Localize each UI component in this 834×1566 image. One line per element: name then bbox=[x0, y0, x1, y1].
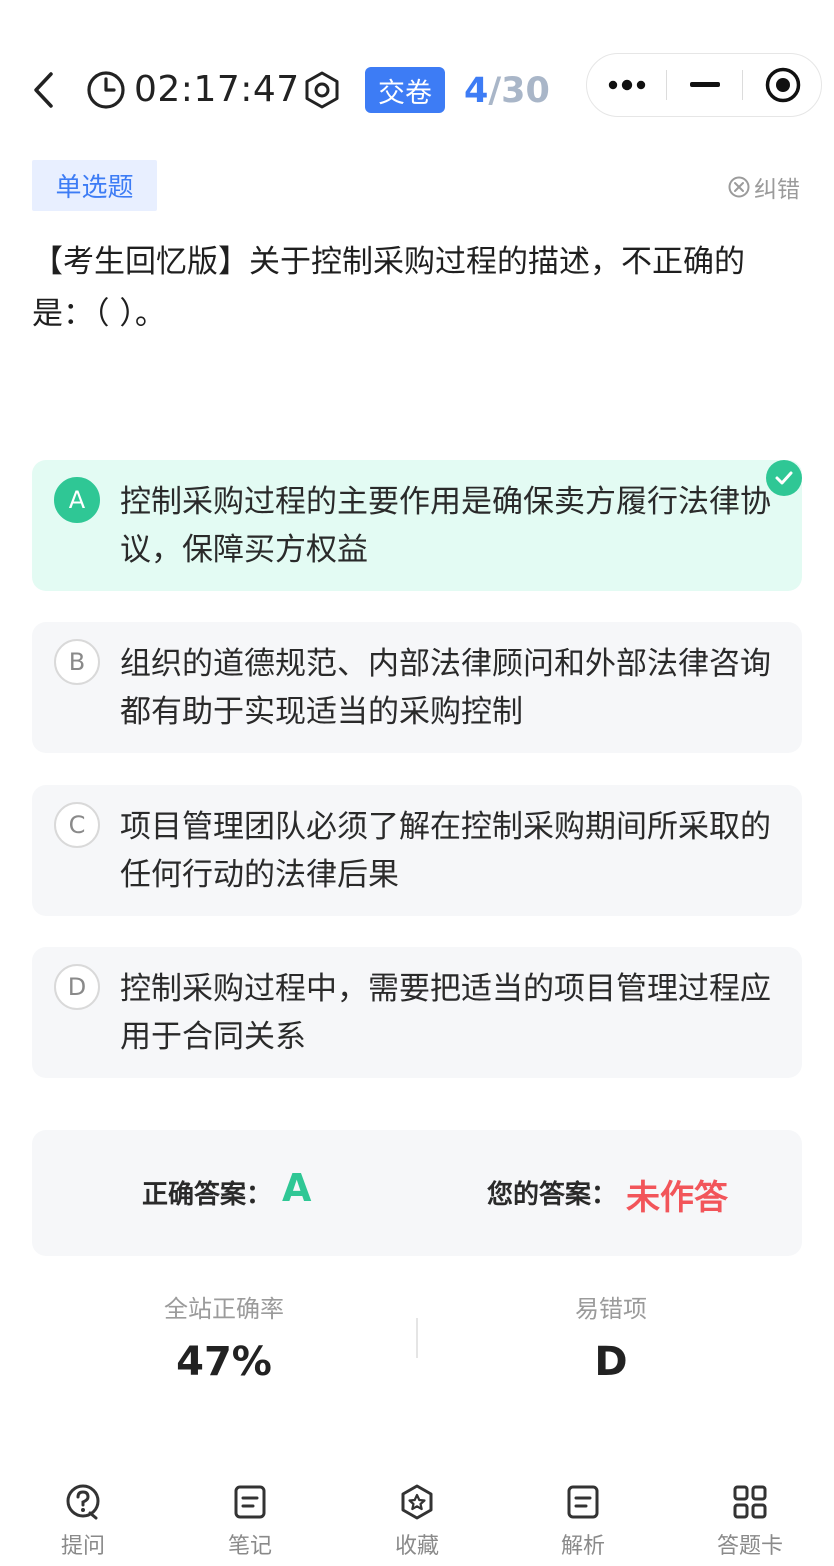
note-icon bbox=[234, 1485, 266, 1519]
nav-label: 解析 bbox=[560, 1534, 605, 1559]
nav-notes[interactable]: 笔记 bbox=[190, 1466, 310, 1566]
correct-answer-value: A bbox=[282, 1166, 312, 1210]
answer-card-icon bbox=[733, 1485, 767, 1519]
correct-answer-label: 正确答案： bbox=[142, 1180, 273, 1210]
settings-button[interactable] bbox=[300, 68, 344, 112]
your-answer-label: 您的答案： bbox=[487, 1180, 618, 1210]
option-letter: A bbox=[54, 477, 100, 523]
option-letter: B bbox=[54, 639, 100, 685]
report-error-icon bbox=[728, 176, 750, 198]
submit-exam-button[interactable]: 交卷 bbox=[365, 67, 445, 113]
progress-total: /30 bbox=[488, 71, 550, 111]
option-letter: D bbox=[54, 964, 100, 1010]
more-button[interactable] bbox=[587, 54, 667, 116]
question-text: 【考生回忆版】关于控制采购过程的描述，不正确的是：（ ）。 bbox=[32, 244, 745, 332]
option-a[interactable]: A 控制采购过程的主要作用是确保卖方履行法律协议，保障买方权益 bbox=[32, 460, 802, 591]
close-button[interactable] bbox=[743, 54, 823, 116]
report-error-button[interactable]: 纠错 bbox=[727, 172, 800, 203]
minimize-button[interactable] bbox=[667, 54, 743, 116]
option-text: 控制采购过程中，需要把适当的项目管理过程应用于合同关系 bbox=[120, 971, 771, 1055]
nav-answer-card[interactable]: 答题卡 bbox=[690, 1466, 810, 1566]
progress-current: 4 bbox=[464, 71, 489, 111]
nav-analysis[interactable]: 解析 bbox=[523, 1466, 643, 1566]
analysis-icon bbox=[567, 1485, 599, 1519]
common-wrong-stat: 易错项 D bbox=[461, 1292, 761, 1392]
option-text: 控制采购过程的主要作用是确保卖方履行法律协议，保障买方权益 bbox=[120, 484, 771, 568]
mini-program-capsule bbox=[586, 53, 822, 117]
favorite-icon bbox=[401, 1484, 433, 1520]
clock-icon bbox=[87, 71, 125, 109]
option-letter: C bbox=[54, 802, 100, 848]
question-type-tag: 单选题 bbox=[32, 160, 157, 211]
answer-summary: 正确答案： A 您的答案： 未作答 bbox=[32, 1130, 802, 1256]
chevron-left-icon bbox=[34, 72, 53, 108]
stat-divider bbox=[416, 1318, 418, 1358]
common-wrong-label: 易错项 bbox=[575, 1295, 647, 1323]
option-text: 组织的道德规范、内部法律顾问和外部法律咨询都有助于实现适当的采购控制 bbox=[120, 646, 771, 730]
report-error-label: 纠错 bbox=[754, 177, 800, 203]
more-dots-icon bbox=[608, 79, 646, 91]
common-wrong-value: D bbox=[594, 1339, 628, 1385]
bottom-nav: 提问 笔记 收藏 解析 答题卡 bbox=[0, 1466, 834, 1566]
back-button[interactable] bbox=[26, 66, 62, 114]
option-b[interactable]: B 组织的道德规范、内部法律顾问和外部法律咨询都有助于实现适当的采购控制 bbox=[32, 622, 802, 753]
nav-favorite[interactable]: 收藏 bbox=[357, 1466, 477, 1566]
nav-label: 提问 bbox=[60, 1534, 105, 1559]
hexagon-settings-icon bbox=[305, 71, 339, 109]
question-icon bbox=[66, 1484, 100, 1520]
accuracy-value: 47% bbox=[176, 1339, 272, 1385]
nav-label: 笔记 bbox=[227, 1534, 272, 1559]
option-d[interactable]: D 控制采购过程中，需要把适当的项目管理过程应用于合同关系 bbox=[32, 947, 802, 1078]
nav-label: 收藏 bbox=[394, 1534, 439, 1559]
minimize-icon bbox=[690, 82, 720, 87]
option-c[interactable]: C 项目管理团队必须了解在控制采购期间所采取的任何行动的法律后果 bbox=[32, 785, 802, 916]
nav-label: 答题卡 bbox=[716, 1534, 783, 1559]
top-bar: 02:17:47 交卷 4/30 bbox=[0, 0, 834, 150]
accuracy-label: 全站正确率 bbox=[164, 1295, 284, 1323]
question-progress: 4/30 bbox=[464, 68, 550, 114]
your-answer-value: 未作答 bbox=[626, 1178, 728, 1218]
countdown-timer: 02:17:47 bbox=[134, 69, 300, 110]
target-close-icon bbox=[765, 67, 801, 103]
option-text: 项目管理团队必须了解在控制采购期间所采取的任何行动的法律后果 bbox=[120, 809, 771, 893]
nav-ask[interactable]: 提问 bbox=[23, 1466, 143, 1566]
check-icon bbox=[766, 460, 802, 496]
accuracy-stat: 全站正确率 47% bbox=[74, 1292, 374, 1392]
